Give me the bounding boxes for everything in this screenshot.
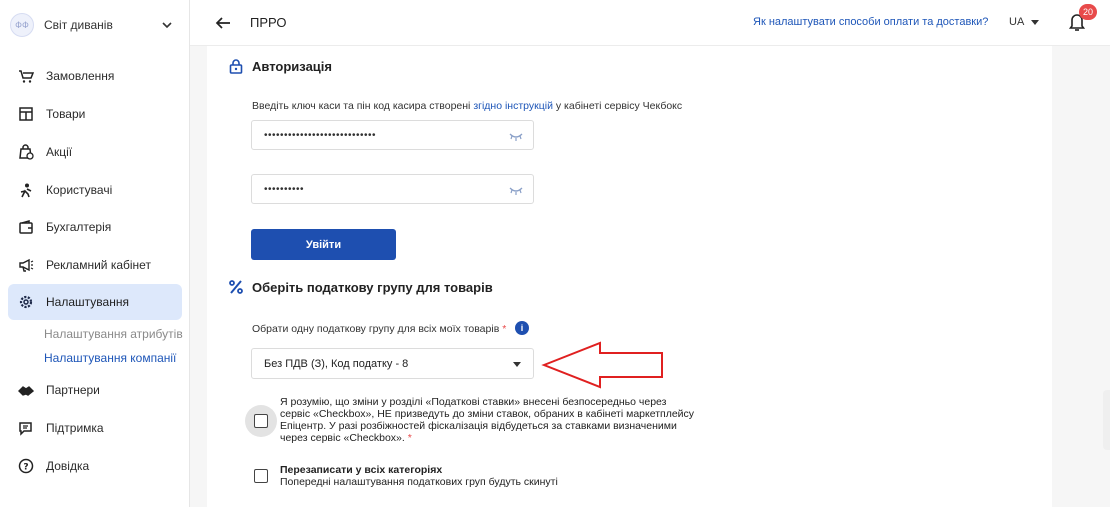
sidebar-item-ads[interactable]: Рекламний кабінет	[8, 247, 182, 283]
sidebar-item-label: Користувачі	[46, 183, 113, 197]
svg-text:?: ?	[23, 463, 28, 473]
top-header: ПРРО Як налаштувати способи оплати та до…	[190, 0, 1110, 46]
agreement-line: сервіс «Checkbox», НЕ призведуть до змін…	[280, 408, 695, 420]
sidebar-item-label: Рекламний кабінет	[46, 258, 151, 272]
language-select[interactable]: UA	[1009, 16, 1024, 28]
users-icon	[17, 181, 35, 199]
agreement-line-last: через сервіс «Checkbox». *	[280, 432, 694, 444]
instructions-link[interactable]: згідно інструкцій	[473, 100, 553, 112]
pin-value: ••••••••••	[264, 184, 305, 195]
megaphone-icon	[17, 256, 35, 274]
overwrite-note: Попередні налаштування податкових груп б…	[280, 476, 558, 488]
tax-section-title: Оберіть податкову групу для товарів	[252, 280, 493, 295]
sidebar-item-label: Акції	[46, 145, 73, 159]
login-button[interactable]: Увійти	[251, 229, 396, 260]
info-icon[interactable]: i	[515, 321, 529, 335]
chevron-down-icon[interactable]	[160, 18, 174, 32]
sidebar-item-partners[interactable]: Партнери	[8, 372, 182, 408]
cash-key-field[interactable]: ••••••••••••••••••••••••••••	[251, 120, 534, 150]
auth-hint: Введіть ключ каси та пін код касира ство…	[252, 100, 682, 112]
cash-key-value: ••••••••••••••••••••••••••••	[264, 130, 377, 141]
caret-down-icon[interactable]	[1031, 20, 1039, 25]
sidebar: ФФ Світ диванів Замовлення Товари Акції …	[0, 0, 190, 507]
sidebar-item-users[interactable]: Користувачі	[8, 172, 182, 208]
help-link[interactable]: Як налаштувати способи оплати та доставк…	[753, 16, 988, 28]
scroll-handle[interactable]	[1103, 390, 1110, 450]
chat-icon	[17, 419, 35, 437]
sidebar-item-help[interactable]: ? Довідка	[8, 448, 182, 484]
sidebar-item-orders[interactable]: Замовлення	[8, 58, 182, 94]
label-text: Обрати одну податкову групу для всіх мої…	[252, 323, 500, 335]
lock-icon	[229, 59, 243, 74]
gear-icon	[17, 293, 35, 311]
cart-icon	[17, 67, 35, 85]
caret-down-icon	[513, 362, 521, 367]
sidebar-subitem-company[interactable]: Налаштування компанії	[44, 351, 176, 365]
sidebar-subitem-attributes[interactable]: Налаштування атрибутів	[44, 327, 183, 341]
handshake-icon	[17, 381, 35, 399]
agreement-line: через сервіс «Checkbox».	[280, 432, 405, 444]
page-title: ПРРО	[250, 15, 287, 30]
agreement-line: Епіцентр. У разі розбіжностей фіскалізац…	[280, 420, 677, 432]
back-arrow-icon[interactable]	[214, 14, 232, 32]
tax-group-value: Без ПДВ (З), Код податку - 8	[264, 358, 409, 370]
agreement-text: Я розумію, що зміни у розділі «Податкові…	[280, 396, 694, 444]
sidebar-item-products[interactable]: Товари	[8, 96, 182, 132]
required-mark: *	[407, 432, 412, 444]
sidebar-item-settings[interactable]: Налаштування	[8, 284, 182, 320]
tax-group-select[interactable]: Без ПДВ (З), Код податку - 8	[251, 348, 534, 379]
sidebar-item-support[interactable]: Підтримка	[8, 410, 182, 446]
overwrite-text: Перезаписати у всіх категоріях Попередні…	[280, 464, 558, 488]
eye-closed-icon[interactable]	[509, 130, 523, 142]
tax-select-label: Обрати одну податкову групу для всіх мої…	[252, 323, 506, 335]
promo-bag-icon	[17, 143, 35, 161]
sidebar-item-label: Підтримка	[46, 421, 104, 435]
store-name: Світ диванів	[44, 18, 113, 32]
sidebar-item-label: Бухгалтерія	[46, 220, 112, 234]
store-switcher[interactable]: ФФ Світ диванів	[10, 10, 182, 40]
auth-section-title: Авторизація	[252, 59, 332, 74]
box-icon	[17, 105, 35, 123]
eye-closed-icon[interactable]	[509, 184, 523, 196]
hint-text: у кабінеті сервісу Чекбокс	[552, 100, 683, 112]
pin-field[interactable]: ••••••••••	[251, 174, 534, 204]
help-icon: ?	[17, 457, 35, 475]
overwrite-checkbox[interactable]	[254, 469, 268, 483]
sidebar-item-label: Довідка	[46, 459, 90, 473]
percent-icon	[229, 280, 243, 294]
agreement-checkbox[interactable]	[254, 414, 268, 428]
sidebar-item-label: Налаштування	[46, 295, 129, 309]
agreement-line: Я розумію, що зміни у розділі «Податкові…	[280, 396, 667, 408]
overwrite-title: Перезаписати у всіх категоріях	[280, 464, 443, 476]
sidebar-item-label: Товари	[46, 107, 86, 121]
annotation-arrow-icon	[541, 341, 663, 389]
sidebar-item-label: Замовлення	[46, 69, 115, 83]
notifications-badge: 20	[1079, 4, 1097, 20]
hint-text: Введіть ключ каси та пін код касира ство…	[252, 100, 474, 112]
sidebar-item-accounting[interactable]: Бухгалтерія	[8, 209, 182, 245]
sidebar-item-label: Партнери	[46, 383, 100, 397]
store-avatar: ФФ	[10, 13, 34, 37]
wallet-icon	[17, 218, 35, 236]
sidebar-item-promotions[interactable]: Акції	[8, 134, 182, 170]
required-mark: *	[502, 323, 507, 335]
